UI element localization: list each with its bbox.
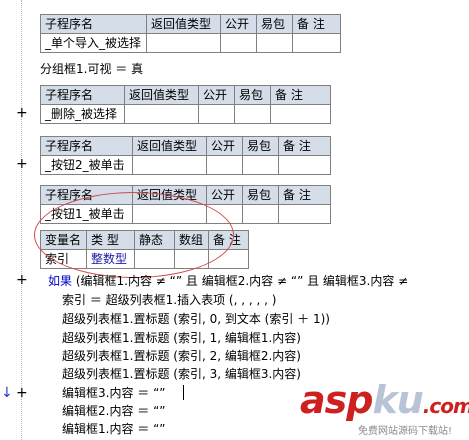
code-line[interactable]: 超级列表框1.置标题 (索引, 3, 编辑框3.内容)	[62, 366, 301, 382]
header-cell: 变量名	[40, 230, 87, 250]
logo-wordmark: aspku.com	[300, 378, 469, 422]
header-cell: 备 注	[208, 230, 249, 250]
code-line[interactable]: 超级列表框1.置标题 (索引, 2, 编辑框2.内容)	[62, 348, 301, 364]
watermark-logo: aspku.com 免费网站源码下载站!	[300, 378, 469, 440]
keyword-if: 如果	[48, 274, 73, 288]
return-type-cell[interactable]	[132, 204, 207, 224]
easy-package-cell[interactable]	[256, 33, 293, 53]
public-cell[interactable]	[198, 104, 235, 124]
remark-cell[interactable]	[278, 204, 331, 224]
subroutine-table: 子程序名 返回值类型 公开 易包 备 注 _按钮2_被单击	[40, 136, 331, 175]
public-cell[interactable]	[206, 155, 243, 175]
header-cell: 返回值类型	[146, 14, 221, 34]
header-cell: 返回值类型	[124, 85, 199, 105]
subroutine-table: 子程序名 返回值类型 公开 易包 备 注 _单个导入_被选择	[40, 14, 341, 53]
code-line[interactable]: 分组框1.可视 ＝ 真	[40, 61, 143, 77]
subroutine-table: 子程序名 返回值类型 公开 易包 备 注 _按钮1_被单击	[40, 185, 331, 224]
header-cell: 易包	[234, 85, 271, 105]
code-line-if[interactable]: 如果 (编辑框1.内容 ≠ “” 且 编辑框2.内容 ≠ “” 且 编辑框3.内…	[48, 273, 408, 289]
expand-plus-icon[interactable]: +	[16, 157, 28, 171]
header-cell: 返回值类型	[132, 136, 207, 156]
header-cell: 子程序名	[40, 14, 147, 34]
header-cell: 易包	[256, 14, 293, 34]
code-line[interactable]: 编辑框2.内容 ＝ “”	[62, 403, 166, 419]
remark-cell[interactable]	[278, 155, 331, 175]
subroutine-name-cell[interactable]: _删除_被选择	[40, 104, 125, 124]
expand-plus-icon[interactable]: +	[16, 273, 28, 287]
public-cell[interactable]	[206, 204, 243, 224]
remark-cell[interactable]	[270, 104, 331, 124]
header-cell: 备 注	[278, 136, 331, 156]
header-cell: 公开	[206, 136, 243, 156]
header-cell: 备 注	[270, 85, 331, 105]
header-cell: 静态	[134, 230, 175, 250]
remark-cell[interactable]	[208, 249, 249, 269]
return-type-cell[interactable]	[146, 33, 221, 53]
subroutine-name-cell[interactable]: _单个导入_被选择	[40, 33, 147, 53]
subroutine-name-cell[interactable]: _按钮1_被单击	[40, 204, 133, 224]
header-cell: 子程序名	[40, 85, 125, 105]
step-arrow-icon: ↓	[1, 385, 13, 401]
code-line[interactable]: 编辑框3.内容 ＝ “”	[62, 385, 166, 401]
header-cell: 易包	[242, 136, 279, 156]
header-cell: 子程序名	[40, 136, 133, 156]
return-type-cell[interactable]	[124, 104, 199, 124]
easy-package-cell[interactable]	[242, 204, 279, 224]
logo-tagline: 免费网站源码下载站!	[358, 426, 453, 437]
header-cell: 备 注	[278, 185, 331, 205]
expand-plus-icon[interactable]: +	[16, 106, 28, 120]
array-cell[interactable]	[174, 249, 209, 269]
header-cell: 返回值类型	[132, 185, 207, 205]
variable-type-cell[interactable]: 整数型	[86, 249, 135, 269]
subroutine-table: 子程序名 返回值类型 公开 易包 备 注 _删除_被选择	[40, 85, 331, 124]
subroutine-name-cell[interactable]: _按钮2_被单击	[40, 155, 133, 175]
header-cell: 备 注	[292, 14, 341, 34]
text-cursor	[183, 385, 184, 400]
header-cell: 类 型	[86, 230, 135, 250]
expand-plus-icon[interactable]: +	[16, 386, 28, 400]
remark-cell[interactable]	[292, 33, 341, 53]
header-cell: 公开	[220, 14, 257, 34]
header-cell: 子程序名	[40, 185, 133, 205]
code-line[interactable]: 超级列表框1.置标题 (索引, 0, 到文本 (索引 ＋ 1))	[62, 311, 330, 327]
line-gutter	[0, 0, 22, 440]
code-line[interactable]: 编辑框1.内容 ＝ “”	[62, 421, 166, 437]
variable-name-cell[interactable]: 索引	[40, 249, 87, 269]
static-cell[interactable]	[134, 249, 175, 269]
easy-package-cell[interactable]	[242, 155, 279, 175]
header-cell: 公开	[206, 185, 243, 205]
if-condition: (编辑框1.内容 ≠ “” 且 编辑框2.内容 ≠ “” 且 编辑框3.内容 ≠	[75, 274, 409, 288]
return-type-cell[interactable]	[132, 155, 207, 175]
code-line[interactable]: 超级列表框1.置标题 (索引, 1, 编辑框1.内容)	[62, 330, 301, 346]
header-cell: 数组	[174, 230, 209, 250]
public-cell[interactable]	[220, 33, 257, 53]
header-cell: 易包	[242, 185, 279, 205]
code-line[interactable]: 索引 ＝ 超级列表框1.插入表项 (, , , , , )	[62, 292, 276, 308]
easy-package-cell[interactable]	[234, 104, 271, 124]
header-cell: 公开	[198, 85, 235, 105]
local-variable-table: 变量名 类 型 静态 数组 备 注 索引 整数型	[40, 230, 249, 269]
